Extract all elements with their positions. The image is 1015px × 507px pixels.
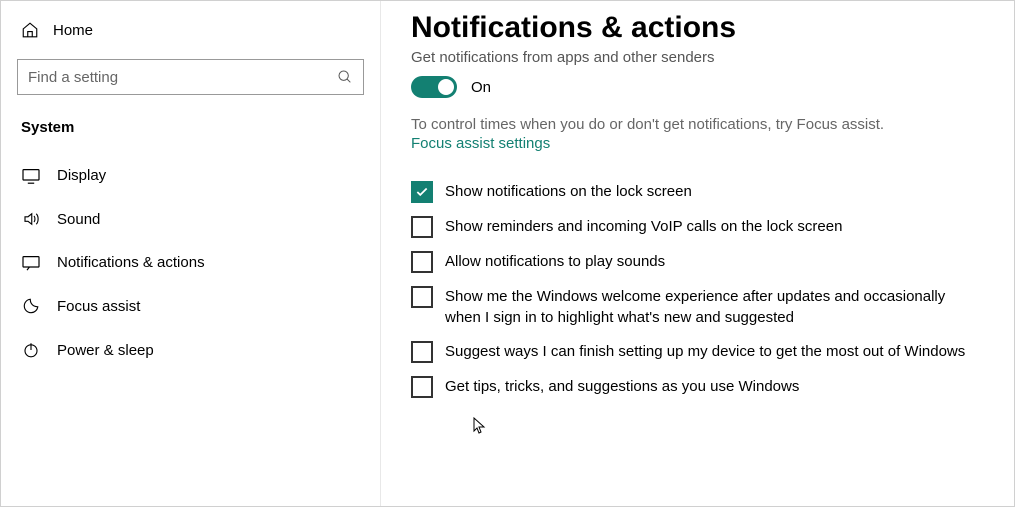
toggle-knob (438, 79, 454, 95)
sidebar-item-label: Power & sleep (57, 342, 154, 359)
checkbox-label: Suggest ways I can finish setting up my … (445, 340, 965, 362)
notifications-icon (21, 255, 41, 271)
checkbox-label: Show notifications on the lock screen (445, 180, 692, 202)
focus-assist-icon (21, 297, 41, 315)
checkbox-row-lock-screen-notifications[interactable]: Show notifications on the lock screen (411, 180, 984, 203)
checkbox-label: Get tips, tricks, and suggestions as you… (445, 375, 799, 397)
checkbox-label: Show me the Windows welcome experience a… (445, 285, 984, 328)
home-label: Home (53, 22, 93, 39)
checkbox[interactable] (411, 251, 433, 273)
sidebar-item-label: Focus assist (57, 298, 140, 315)
search-input[interactable] (28, 69, 337, 86)
checkbox-row-tips-tricks[interactable]: Get tips, tricks, and suggestions as you… (411, 375, 984, 398)
power-icon (21, 341, 41, 359)
sidebar-item-label: Display (57, 167, 106, 184)
checkbox[interactable] (411, 181, 433, 203)
home-button[interactable]: Home (1, 13, 380, 47)
checkbox-row-windows-welcome[interactable]: Show me the Windows welcome experience a… (411, 285, 984, 328)
checkbox-label: Show reminders and incoming VoIP calls o… (445, 215, 842, 237)
checkbox-row-play-sounds[interactable]: Allow notifications to play sounds (411, 250, 984, 273)
sidebar-item-display[interactable]: Display (1, 154, 380, 197)
sidebar-item-power-sleep[interactable]: Power & sleep (1, 328, 380, 372)
sidebar-item-label: Sound (57, 211, 100, 228)
checkbox[interactable] (411, 216, 433, 238)
focus-assist-helper-text: To control times when you do or don't ge… (411, 116, 984, 133)
main-panel: Notifications & actions Get notification… (381, 1, 1014, 506)
search-box[interactable] (17, 59, 364, 95)
sidebar-item-sound[interactable]: Sound (1, 197, 380, 241)
search-icon (337, 69, 353, 85)
notifications-toggle-row: On (411, 76, 984, 98)
checkbox[interactable] (411, 286, 433, 308)
checkbox-row-reminders-voip[interactable]: Show reminders and incoming VoIP calls o… (411, 215, 984, 238)
sidebar-item-focus-assist[interactable]: Focus assist (1, 284, 380, 328)
focus-assist-settings-link[interactable]: Focus assist settings (411, 135, 550, 152)
category-header: System (1, 113, 380, 154)
home-icon (21, 21, 39, 39)
checkbox-list: Show notifications on the lock screen Sh… (411, 180, 984, 398)
checkbox-label: Allow notifications to play sounds (445, 250, 665, 272)
sidebar-item-label: Notifications & actions (57, 254, 205, 271)
toggle-state-label: On (471, 79, 491, 96)
sound-icon (21, 210, 41, 228)
checkbox[interactable] (411, 341, 433, 363)
display-icon (21, 168, 41, 184)
notifications-sub-label: Get notifications from apps and other se… (411, 49, 984, 66)
sidebar-item-notifications[interactable]: Notifications & actions (1, 241, 380, 284)
page-title: Notifications & actions (411, 11, 984, 45)
notifications-toggle[interactable] (411, 76, 457, 98)
sidebar: Home System Display Sound Notifications … (1, 1, 381, 506)
checkbox[interactable] (411, 376, 433, 398)
checkbox-row-finish-setting-up[interactable]: Suggest ways I can finish setting up my … (411, 340, 984, 363)
